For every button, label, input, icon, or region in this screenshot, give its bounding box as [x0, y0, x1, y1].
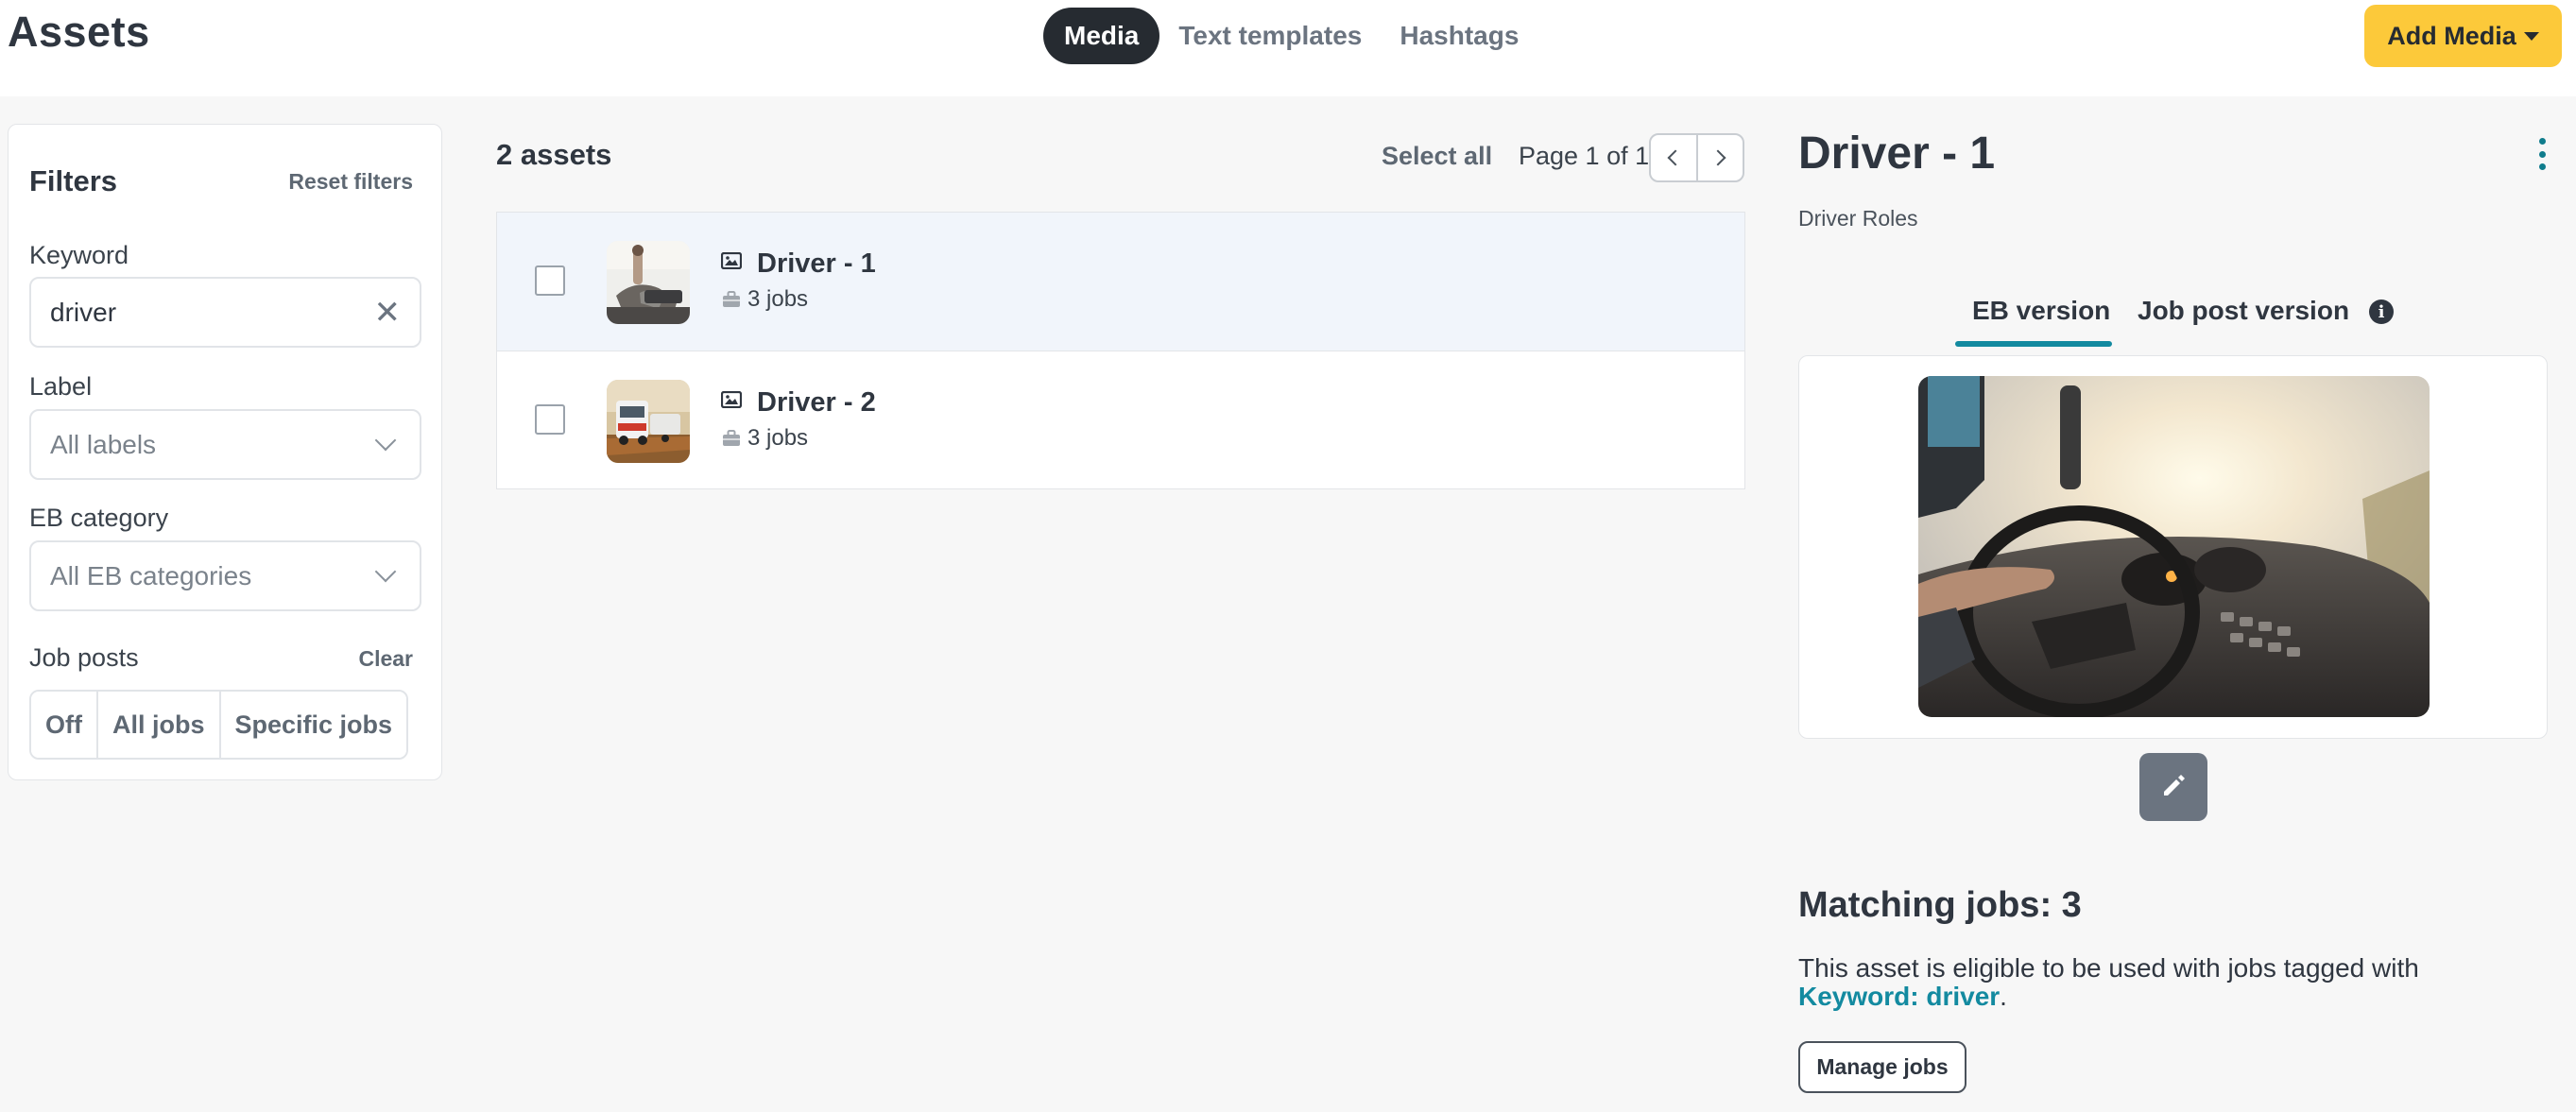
matching-jobs-heading: Matching jobs: 3	[1798, 885, 2082, 925]
eligibility-text: This asset is eligible to be used with j…	[1798, 954, 2516, 1011]
pagination	[1649, 133, 1744, 182]
eb-category-placeholder: All EB categories	[50, 560, 252, 590]
asset-thumbnail	[607, 241, 690, 324]
chevron-left-icon	[1667, 149, 1684, 166]
pencil-icon	[2159, 771, 2188, 804]
filters-panel: Filters Reset filters Keyword driver ✕ L…	[8, 124, 442, 780]
tab-text-templates[interactable]: Text templates	[1159, 8, 1381, 64]
tab-eb-version[interactable]: EB version	[1972, 296, 2110, 326]
job-posts-all-jobs-option[interactable]: All jobs	[97, 692, 221, 758]
assets-count: 2 assets	[496, 138, 612, 171]
asset-detail-subtitle: Driver Roles	[1798, 206, 1918, 231]
asset-title: Driver - 1	[757, 248, 876, 279]
briefcase-icon	[722, 291, 741, 313]
image-icon	[720, 251, 743, 274]
asset-type-tabs: Media Text templates Hashtags	[1043, 8, 1537, 64]
eligibility-period: .	[2000, 982, 2007, 1011]
filters-title: Filters	[29, 164, 118, 197]
edit-button[interactable]	[2139, 753, 2207, 821]
job-posts-toggle: Off All jobs Specific jobs	[29, 690, 409, 760]
keyword-link[interactable]: Keyword: driver	[1798, 982, 2000, 1011]
label-filter-label: Label	[29, 372, 93, 401]
more-options-icon[interactable]	[2537, 138, 2547, 170]
top-bar: Assets Media Text templates Hashtags Add…	[0, 0, 2576, 96]
active-tab-indicator	[1955, 341, 2112, 347]
add-media-label: Add Media	[2387, 21, 2516, 50]
chevron-down-icon	[374, 429, 397, 451]
chevron-down-icon	[374, 560, 397, 582]
chevron-right-icon	[1709, 149, 1726, 166]
reset-filters-link[interactable]: Reset filters	[288, 169, 413, 195]
label-select-placeholder: All labels	[50, 429, 157, 459]
asset-list: Driver - 1 3 jobs Driver - 2 3 jobs	[496, 212, 1745, 489]
label-select[interactable]: All labels	[29, 409, 421, 480]
eligibility-description: This asset is eligible to be used with j…	[1798, 953, 2419, 983]
keyword-label: Keyword	[29, 241, 129, 269]
select-all-link[interactable]: Select all	[1382, 142, 1492, 171]
asset-title: Driver - 2	[757, 387, 876, 418]
clear-keyword-icon[interactable]: ✕	[374, 294, 402, 332]
tab-job-post-version[interactable]: Job post version	[2138, 296, 2349, 326]
info-icon[interactable]: i	[2369, 299, 2394, 324]
clear-job-posts-link[interactable]: Clear	[358, 646, 413, 672]
row-checkbox[interactable]	[535, 404, 565, 435]
keyword-value: driver	[50, 297, 117, 327]
asset-preview-image	[1918, 376, 2430, 717]
briefcase-icon	[722, 430, 741, 452]
eb-category-label: EB category	[29, 504, 169, 532]
image-icon	[720, 390, 743, 413]
page-title: Assets	[8, 8, 150, 56]
tab-hashtags[interactable]: Hashtags	[1381, 8, 1537, 64]
list-item[interactable]: Driver - 1 3 jobs	[497, 213, 1744, 351]
eb-category-select[interactable]: All EB categories	[29, 540, 421, 611]
job-posts-off-option[interactable]: Off	[31, 692, 98, 758]
tab-media[interactable]: Media	[1043, 8, 1160, 64]
keyword-input[interactable]: driver ✕	[29, 277, 421, 348]
asset-detail-title: Driver - 1	[1798, 128, 1996, 179]
page-info: Page 1 of 1	[1519, 142, 1650, 170]
list-item[interactable]: Driver - 2 3 jobs	[497, 351, 1744, 488]
caret-down-icon	[2523, 31, 2539, 41]
asset-preview	[1798, 355, 2548, 739]
asset-thumbnail	[607, 380, 690, 463]
next-page-button[interactable]	[1695, 135, 1743, 180]
previous-page-button[interactable]	[1651, 135, 1696, 180]
add-media-button[interactable]: Add Media	[2364, 5, 2562, 67]
row-checkbox[interactable]	[535, 265, 565, 296]
job-posts-specific-jobs-option[interactable]: Specific jobs	[220, 692, 407, 758]
asset-jobs-count: 3 jobs	[747, 425, 809, 451]
asset-jobs-count: 3 jobs	[747, 286, 809, 312]
manage-jobs-button[interactable]: Manage jobs	[1798, 1041, 1966, 1093]
job-posts-label: Job posts	[29, 643, 139, 672]
